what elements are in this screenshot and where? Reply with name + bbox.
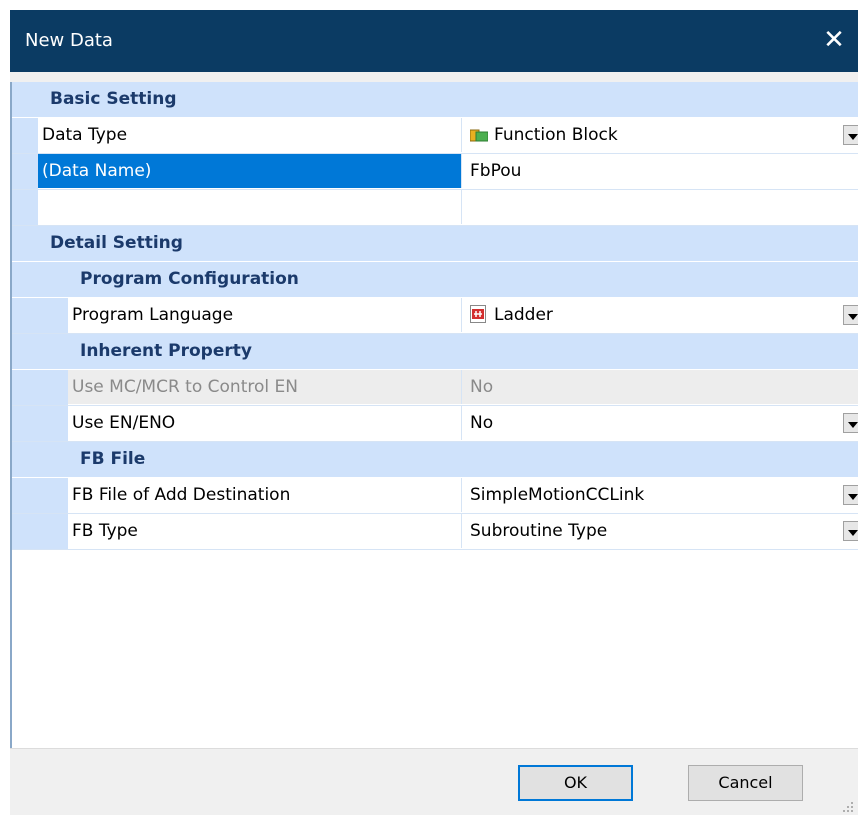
property-label: FB File of Add Destination	[72, 485, 291, 505]
property-row-fb-type[interactable]: FB Type Subroutine Type	[12, 514, 858, 550]
section-label: FB File	[80, 449, 146, 469]
data-name-field[interactable]: FbPou	[462, 154, 850, 188]
property-value: No	[470, 413, 494, 433]
cancel-button[interactable]: Cancel	[688, 765, 803, 801]
ladder-icon	[470, 301, 486, 323]
property-row-fb-file-destination[interactable]: FB File of Add Destination SimpleMotionC…	[12, 478, 858, 514]
chevron-down-icon[interactable]	[843, 485, 858, 505]
dialog-title: New Data	[25, 30, 113, 51]
section-detail-setting[interactable]: Detail Setting	[12, 226, 858, 261]
chevron-down-icon[interactable]	[843, 413, 858, 433]
property-label: Program Language	[72, 305, 234, 325]
section-inherent-property[interactable]: Inherent Property	[12, 334, 858, 369]
property-grid: Basic Setting Data Type Function Block (…	[10, 82, 858, 748]
chevron-down-icon[interactable]	[843, 125, 858, 145]
dialog-footer: OK Cancel	[10, 748, 858, 815]
section-label: Detail Setting	[50, 233, 183, 253]
title-bar: New Data ✕	[10, 10, 858, 72]
property-row-empty	[12, 190, 858, 226]
property-value: Subroutine Type	[470, 521, 608, 541]
property-label: Use EN/ENO	[72, 413, 176, 433]
property-row-data-name[interactable]: (Data Name) FbPou	[12, 154, 858, 190]
property-label: (Data Name)	[42, 161, 152, 181]
section-basic-setting[interactable]: Basic Setting	[12, 82, 858, 117]
section-label: Inherent Property	[80, 341, 252, 361]
property-row-use-mc-mcr: Use MC/MCR to Control EN No	[12, 370, 858, 406]
property-value: SimpleMotionCCLink	[470, 485, 645, 505]
property-row-data-type[interactable]: Data Type Function Block	[12, 118, 858, 154]
section-label: Basic Setting	[50, 89, 177, 109]
chevron-down-icon[interactable]	[843, 521, 858, 541]
property-value: Ladder	[494, 305, 553, 325]
property-row-program-language[interactable]: Program Language Ladder	[12, 298, 858, 334]
section-label: Program Configuration	[80, 269, 299, 289]
property-label: Data Type	[42, 125, 128, 145]
new-data-dialog: New Data ✕ Basic Setting Data Type Funct…	[10, 10, 858, 815]
resize-grip-icon[interactable]	[842, 801, 854, 813]
property-row-use-en-eno[interactable]: Use EN/ENO No	[12, 406, 858, 442]
close-icon[interactable]: ✕	[818, 24, 850, 56]
property-value: No	[470, 377, 494, 397]
chevron-down-icon[interactable]	[843, 305, 858, 325]
section-program-configuration[interactable]: Program Configuration	[12, 262, 858, 297]
property-value: Function Block	[494, 125, 618, 145]
section-fb-file[interactable]: FB File	[12, 442, 858, 477]
property-label: Use MC/MCR to Control EN	[72, 377, 298, 397]
function-block-icon	[469, 120, 489, 142]
ok-button[interactable]: OK	[518, 765, 633, 801]
property-label: FB Type	[72, 521, 138, 541]
